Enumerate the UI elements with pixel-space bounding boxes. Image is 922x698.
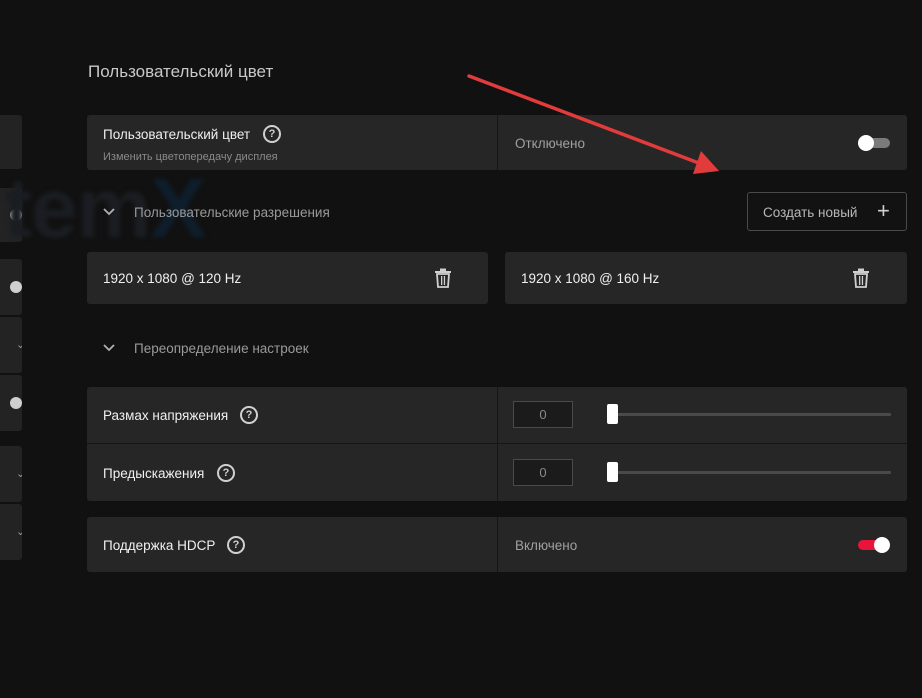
annotation-arrow-icon — [467, 74, 719, 174]
